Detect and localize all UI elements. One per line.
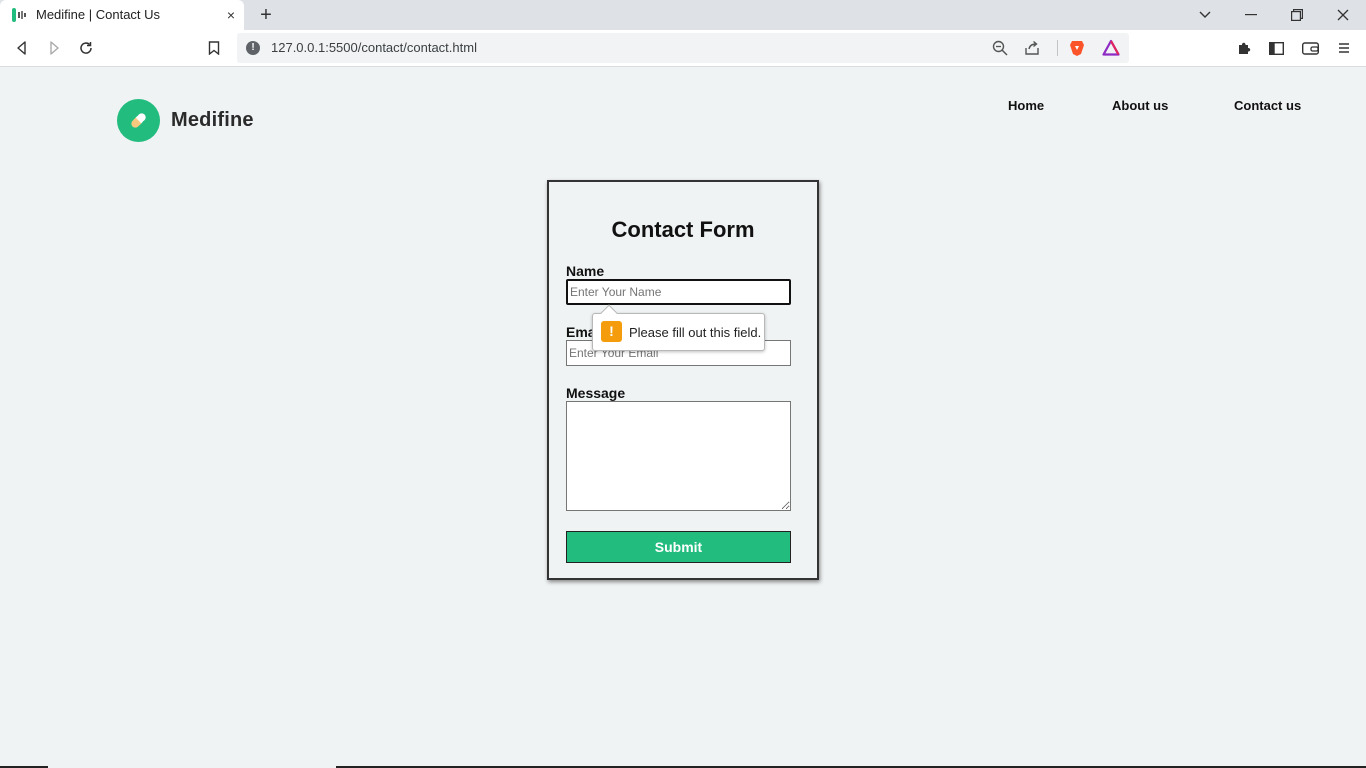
minimize-button[interactable] <box>1228 0 1274 30</box>
logo-badge <box>117 99 160 142</box>
favicon-icon <box>12 8 26 22</box>
zoom-icon[interactable] <box>991 39 1009 57</box>
site-logo[interactable]: Medifine <box>117 99 254 142</box>
forward-button[interactable] <box>42 36 66 60</box>
site-info-icon[interactable]: ! <box>246 41 260 55</box>
close-window-button[interactable] <box>1320 0 1366 30</box>
page-content: Medifine Home About us Contact us Contac… <box>0 67 1366 768</box>
chevron-down-icon <box>1199 11 1211 18</box>
new-tab-button[interactable]: + <box>255 5 277 27</box>
restore-button[interactable] <box>1274 0 1320 30</box>
close-icon <box>1337 9 1349 21</box>
reload-icon <box>80 42 92 54</box>
form-title: Contact Form <box>611 217 755 242</box>
puzzle-icon <box>1238 42 1250 54</box>
close-tab-icon[interactable]: × <box>222 6 240 24</box>
name-label: Name <box>566 263 605 279</box>
menu-button[interactable] <box>1332 36 1356 60</box>
bookmark-icon <box>208 41 220 55</box>
message-label: Message <box>566 385 626 401</box>
hamburger-menu-icon <box>1339 43 1349 53</box>
tab-title: Medifine | Contact Us <box>36 7 161 22</box>
address-bar[interactable]: ! 127.0.0.1:5500/contact/contact.html <box>237 33 1129 63</box>
nav-contact-link[interactable]: Contact us <box>1234 98 1301 113</box>
wallet-icon <box>1301 42 1319 55</box>
wallet-button[interactable] <box>1298 36 1322 60</box>
tab-search-button[interactable] <box>1182 0 1228 30</box>
share-icon[interactable] <box>1023 39 1041 57</box>
bookmark-button[interactable] <box>202 36 226 60</box>
validation-message: Please fill out this field. <box>629 325 762 340</box>
url-text[interactable]: 127.0.0.1:5500/contact/contact.html <box>271 40 477 55</box>
reload-button[interactable] <box>74 36 98 60</box>
tab-strip: Medifine | Contact Us × + <box>0 0 1366 30</box>
omnibox-divider <box>1057 40 1058 56</box>
browser-toolbar: ! 127.0.0.1:5500/contact/contact.html <box>0 30 1366 67</box>
back-button[interactable] <box>10 36 34 60</box>
nav-about-link[interactable]: About us <box>1112 98 1168 113</box>
warning-icon: ! <box>601 321 622 342</box>
submit-button[interactable]: Submit <box>566 531 791 563</box>
browser-tab[interactable]: Medifine | Contact Us × <box>0 0 244 30</box>
brave-rewards-icon[interactable] <box>1102 39 1120 57</box>
sidebar-button[interactable] <box>1264 36 1288 60</box>
sidebar-icon <box>1268 41 1284 55</box>
extensions-button[interactable] <box>1232 36 1256 60</box>
forward-arrow-icon <box>50 41 59 55</box>
name-input[interactable] <box>566 279 791 305</box>
brave-shields-icon[interactable] <box>1068 39 1086 57</box>
pill-icon <box>131 113 146 128</box>
minimize-icon <box>1245 14 1257 16</box>
back-arrow-icon <box>17 41 26 55</box>
message-textarea[interactable] <box>566 401 791 511</box>
nav-home-link[interactable]: Home <box>1008 98 1044 113</box>
brand-name: Medifine <box>171 109 254 131</box>
contact-form: Contact Form Name Email Message Submit <box>547 180 819 580</box>
restore-icon <box>1291 9 1303 21</box>
validation-tooltip: ! Please fill out this field. <box>592 304 765 351</box>
